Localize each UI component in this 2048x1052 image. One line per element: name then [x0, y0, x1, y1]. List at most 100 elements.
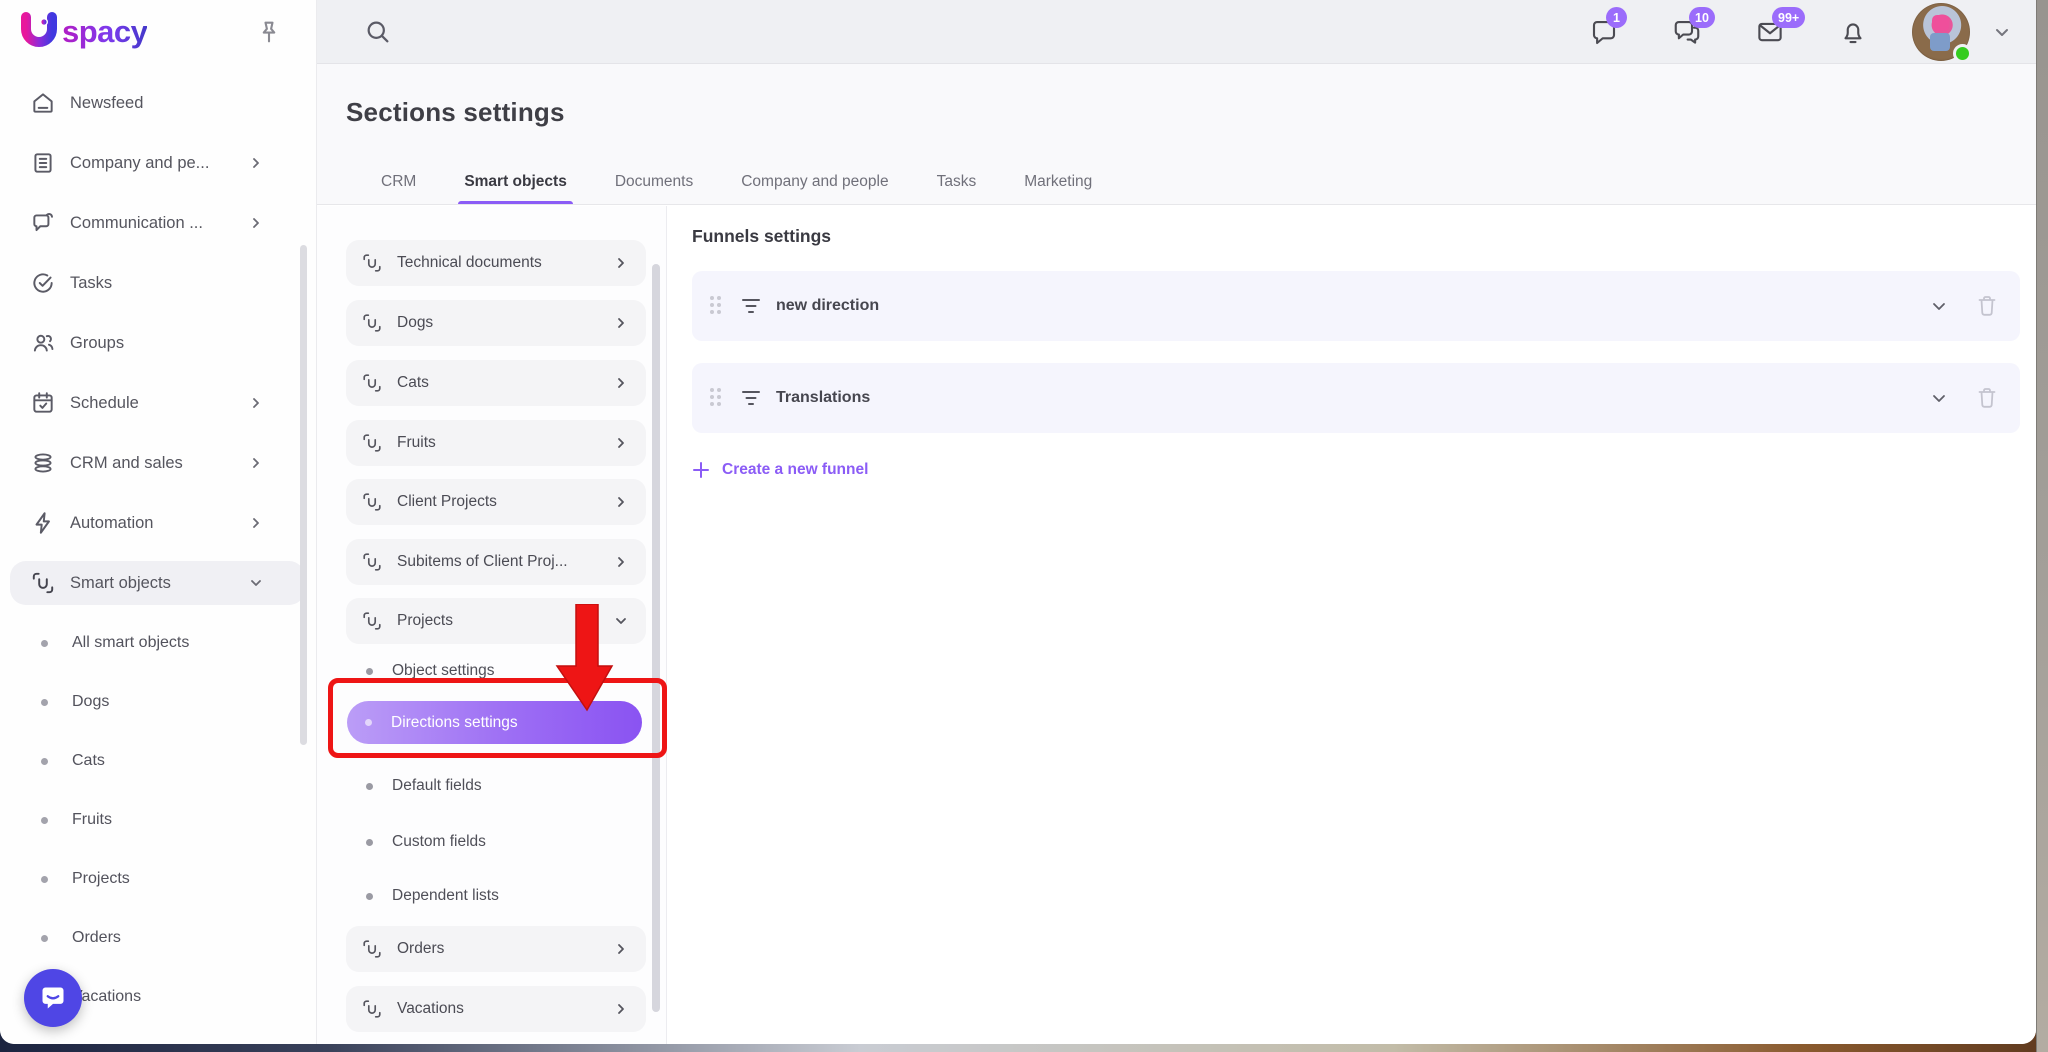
panel-item-orders[interactable]: Orders — [346, 926, 646, 972]
expand-funnel-chevron-icon[interactable] — [1928, 387, 1950, 409]
panel-item-technical-documents[interactable]: Technical documents — [346, 240, 646, 286]
chevron-right-icon — [249, 156, 263, 170]
panel-sublink-default-fields[interactable]: Default fields — [346, 766, 646, 806]
funnel-icon — [740, 389, 762, 407]
delete-funnel-trash-icon[interactable] — [1976, 294, 1998, 318]
smart-object-icon — [361, 252, 383, 274]
smart-object-icon — [361, 610, 383, 632]
panel-sublink-custom-fields[interactable]: Custom fields — [346, 822, 646, 862]
sidebar-item-label: Newsfeed — [70, 94, 143, 113]
funnel-row: new direction — [692, 271, 2020, 341]
smart-object-icon — [361, 312, 383, 334]
bullet-icon — [41, 876, 48, 883]
page-title: Sections settings — [346, 97, 565, 128]
panel-sublink-object-settings[interactable]: Object settings — [346, 651, 646, 691]
sidebar-subitem-label: Cats — [72, 752, 105, 770]
online-status-icon — [1953, 44, 1972, 63]
panel-scrollbar[interactable] — [652, 264, 660, 1012]
panel-item-label: Projects — [397, 612, 453, 630]
chevron-right-icon — [614, 256, 628, 270]
group-chat-button[interactable]: 10 — [1672, 17, 1702, 47]
sidebar-item-groups[interactable]: Groups — [10, 321, 305, 365]
panel-item-projects[interactable]: Projects — [346, 598, 646, 644]
newsfeed-icon — [30, 90, 56, 116]
sidebar-item-label: Tasks — [70, 274, 112, 293]
intercom-chat-button[interactable] — [24, 969, 82, 1027]
tab-marketing[interactable]: Marketing — [1000, 160, 1116, 204]
expand-funnel-chevron-icon[interactable] — [1928, 295, 1950, 317]
search-button[interactable] — [364, 18, 392, 46]
tab-smart-objects[interactable]: Smart objects — [440, 160, 591, 204]
panel-item-label: Client Projects — [397, 493, 497, 511]
notifications-button[interactable] — [1838, 17, 1868, 47]
uspacy-logo[interactable]: spacy — [18, 10, 147, 54]
tab-tasks[interactable]: Tasks — [913, 160, 1001, 204]
create-funnel-button[interactable]: Create a new funnel — [692, 461, 868, 479]
sidebar-subitem-projects[interactable]: Projects — [10, 857, 305, 901]
panel-item-client-projects[interactable]: Client Projects — [346, 479, 646, 525]
sidebar-item-newsfeed[interactable]: Newsfeed — [10, 81, 305, 125]
funnel-name: Translations — [776, 389, 870, 407]
tab-company-and-people[interactable]: Company and people — [717, 160, 912, 204]
panel-item-fruits[interactable]: Fruits — [346, 420, 646, 466]
sidebar-item-label: Automation — [70, 514, 153, 533]
sidebar-item-communication[interactable]: Communication ... — [10, 201, 305, 245]
logo-text: spacy — [62, 14, 147, 50]
sidebar-scrollbar[interactable] — [300, 245, 307, 745]
delete-funnel-trash-icon[interactable] — [1976, 386, 1998, 410]
user-menu-button[interactable] — [1992, 22, 2012, 42]
funnels-settings-section: Funnels settings new direction Translati… — [668, 206, 2036, 1044]
bullet-icon — [366, 839, 373, 846]
sidebar-subitem-dogs[interactable]: Dogs — [10, 680, 305, 724]
sidebar-subitem-label: Fruits — [72, 811, 112, 829]
tab-documents[interactable]: Documents — [591, 160, 717, 204]
tab-crm[interactable]: CRM — [357, 160, 440, 204]
chevron-right-icon — [249, 516, 263, 530]
chat-badge: 1 — [1606, 7, 1627, 28]
create-funnel-label: Create a new funnel — [722, 461, 868, 479]
panel-item-label: Fruits — [397, 434, 436, 452]
chevron-right-icon — [249, 216, 263, 230]
chat-button[interactable]: 1 — [1589, 17, 1619, 47]
sidebar-item-label: Company and pe... — [70, 154, 209, 173]
chevron-down-icon — [1992, 22, 2012, 42]
sidebar-item-automation[interactable]: Automation — [10, 501, 305, 545]
bullet-icon — [365, 719, 372, 726]
bullet-icon — [41, 817, 48, 824]
sidebar-item-label: CRM and sales — [70, 454, 183, 473]
panel-item-label: Vacations — [397, 1000, 464, 1018]
panel-item-cats[interactable]: Cats — [346, 360, 646, 406]
tab-label: Tasks — [937, 173, 977, 191]
panel-sublink-label: Directions settings — [391, 714, 518, 732]
sidebar-item-crm-and-sales[interactable]: CRM and sales — [10, 441, 305, 485]
panel-item-vacations[interactable]: Vacations — [346, 986, 646, 1032]
sidebar-item-tasks[interactable]: Tasks — [10, 261, 305, 305]
tasks-icon — [30, 270, 56, 296]
sidebar-item-label: Schedule — [70, 394, 139, 413]
tab-label: CRM — [381, 173, 416, 191]
sidebar-subitem-cats[interactable]: Cats — [10, 739, 305, 783]
user-avatar[interactable] — [1912, 3, 1970, 61]
panel-item-subitems-of-client-projects[interactable]: Subitems of Client Proj... — [346, 539, 646, 585]
groups-icon — [30, 330, 56, 356]
panel-item-label: Orders — [397, 940, 444, 958]
chevron-down-icon — [249, 576, 263, 590]
chevron-down-icon — [614, 614, 628, 628]
sidebar-item-company-and-people[interactable]: Company and pe... — [10, 141, 305, 185]
mail-button[interactable]: 99+ — [1755, 17, 1785, 47]
sidebar-subitem-all-smart-objects[interactable]: All smart objects — [10, 621, 305, 665]
panel-sublink-dependent-lists[interactable]: Dependent lists — [346, 876, 646, 916]
sidebar-item-schedule[interactable]: Schedule — [10, 381, 305, 425]
chevron-right-icon — [614, 942, 628, 956]
os-scrollbar[interactable] — [2036, 0, 2048, 1052]
bell-icon — [1838, 17, 1868, 47]
drag-handle-icon[interactable] — [710, 296, 724, 316]
pin-sidebar-button[interactable] — [255, 18, 283, 46]
communication-icon — [30, 210, 56, 236]
sidebar-subitem-orders[interactable]: Orders — [10, 916, 305, 960]
sidebar-item-smart-objects[interactable]: Smart objects — [10, 561, 305, 605]
sidebar-subitem-fruits[interactable]: Fruits — [10, 798, 305, 842]
drag-handle-icon[interactable] — [710, 388, 724, 408]
panel-sublink-directions-settings[interactable]: Directions settings — [347, 701, 642, 744]
panel-item-dogs[interactable]: Dogs — [346, 300, 646, 346]
